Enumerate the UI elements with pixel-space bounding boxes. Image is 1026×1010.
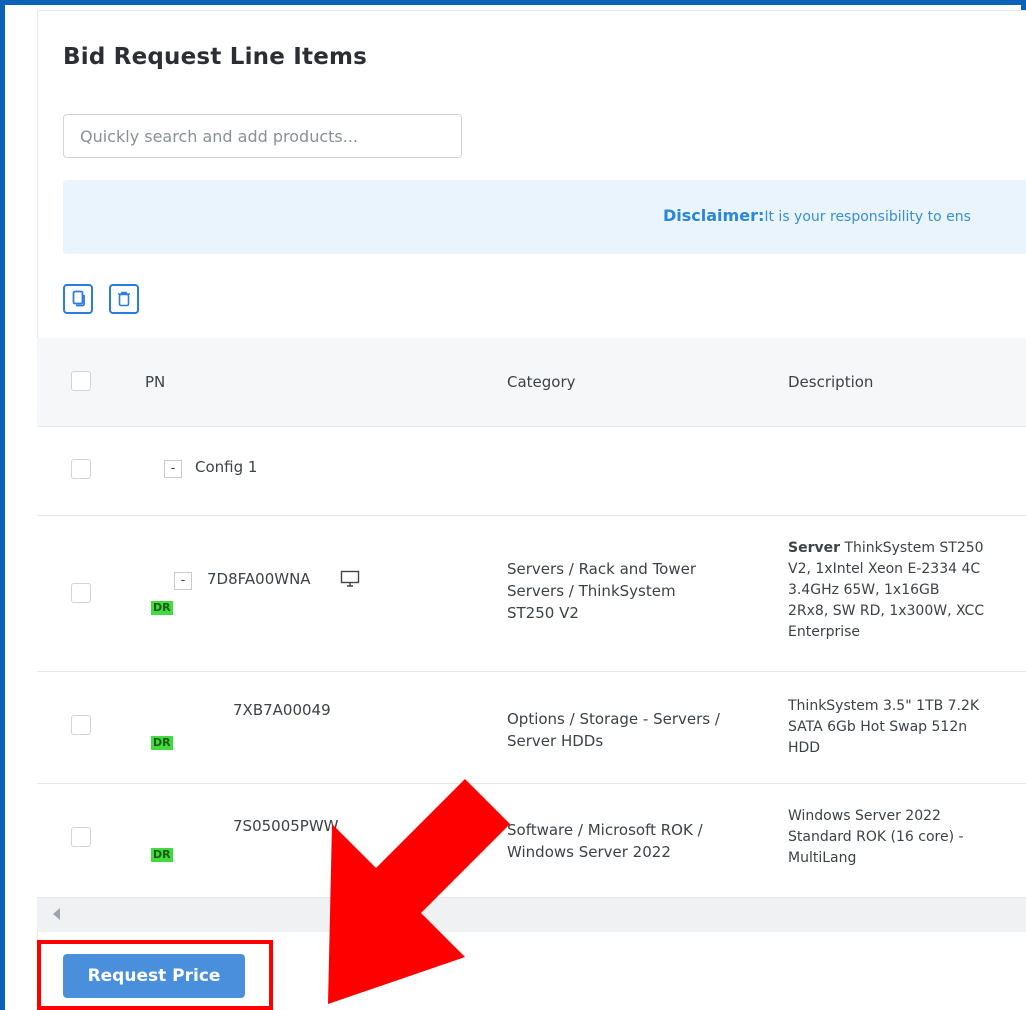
pn-value: 7S05005PWW [233,817,339,835]
dr-badge: DR [151,601,173,615]
table-row-group: - Config 1 [37,427,1026,516]
dr-badge: DR [151,848,173,862]
disclaimer-banner: Disclaimer:It is your responsibility to … [63,180,1026,254]
table-row: 7S05005PWW DR Software / Microsoft ROK /… [37,784,1026,898]
category-line: Options / Storage - Servers / [507,710,720,728]
header-description: Description [788,373,874,391]
description-line: Enterprise [788,624,861,640]
category-line: Windows Server 2022 [507,843,671,861]
description-line: Standard ROK (16 core) - [788,829,964,845]
description-line: 2Rx8, SW RD, 1x300W, XCC [788,603,985,619]
category-cell: Servers / Rack and Tower Servers / Think… [507,558,696,624]
pn-value: 7XB7A00049 [233,701,331,719]
dr-badge: DR [151,736,173,750]
highlight-box [37,940,273,1010]
category-line: Software / Microsoft ROK / [507,821,703,839]
description-line: Windows Server 2022 [788,808,941,824]
description-line: SATA 6Gb Hot Swap 512n [788,719,968,735]
description-line: V2, 1xIntel Xeon E-2334 4C [788,561,981,577]
header-category: Category [507,373,576,391]
row-checkbox[interactable] [71,583,91,603]
pn-value: 7D8FA00WNA [207,570,311,588]
disclaimer-text: It is your responsibility to ens [764,209,971,225]
category-line: ST250 V2 [507,604,579,622]
description-line: ThinkSystem ST250 [840,540,984,556]
category-cell: Software / Microsoft ROK / Windows Serve… [507,819,703,863]
horizontal-scrollbar[interactable] [37,898,1026,932]
select-all-checkbox[interactable] [71,371,91,391]
group-name: Config 1 [195,458,258,476]
category-line: Server HDDs [507,732,604,750]
trash-icon [118,291,130,307]
description-bold: Server [788,540,841,556]
copy-button[interactable] [63,284,93,314]
row-checkbox[interactable] [71,827,91,847]
category-line: Servers / ThinkSystem [507,582,676,600]
collapse-toggle[interactable]: - [174,572,192,590]
description-line: MultiLang [788,850,857,866]
category-line: Servers / Rack and Tower [507,560,697,578]
copy-icon [72,290,85,307]
description-cell: Server ThinkSystem ST250 V2, 1xIntel Xeo… [788,538,984,643]
table-row: 7XB7A00049 DR Options / Storage - Server… [37,672,1026,784]
page-title: Bid Request Line Items [63,44,368,70]
collapse-toggle[interactable]: - [164,460,182,478]
row-checkbox[interactable] [71,715,91,735]
category-cell: Options / Storage - Servers / Server HDD… [507,708,720,752]
table-header: PN Category Description [37,338,1026,427]
scroll-left-icon[interactable] [53,908,60,920]
delete-button[interactable] [109,284,139,314]
description-line: HDD [788,740,821,756]
description-cell: ThinkSystem 3.5" 1TB 7.2K SATA 6Gb Hot S… [788,696,979,759]
description-cell: Windows Server 2022 Standard ROK (16 cor… [788,806,964,869]
description-line: 3.4GHz 65W, 1x16GB [788,582,940,598]
row-checkbox[interactable] [71,459,91,479]
product-search-input[interactable] [63,114,462,158]
header-pn: PN [145,373,166,391]
table-row: - 7D8FA00WNA DR Servers / Rack and Tower… [37,516,1026,672]
monitor-icon [340,570,360,587]
description-line: ThinkSystem 3.5" 1TB 7.2K [788,698,980,714]
disclaimer-label: Disclaimer: [663,206,765,225]
